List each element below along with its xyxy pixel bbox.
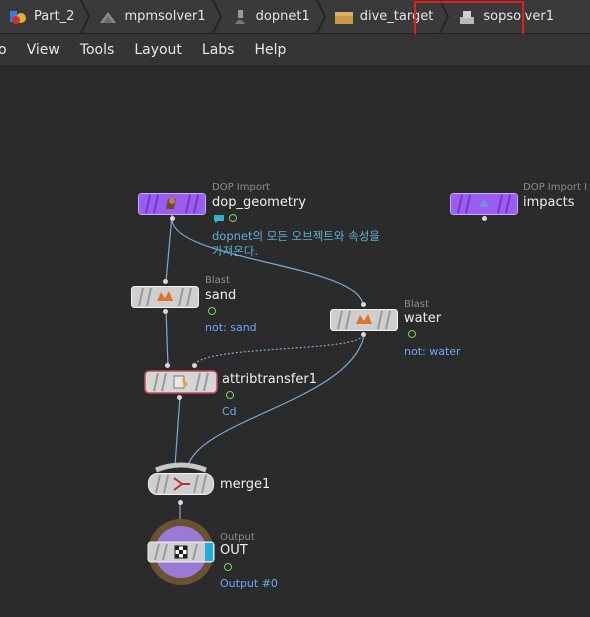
wire-attrib-merge [174, 395, 181, 467]
node-name-label[interactable]: impacts [523, 195, 575, 210]
merge-node-icon [148, 462, 214, 495]
node-impacts[interactable] [450, 193, 518, 215]
output-connector[interactable] [178, 500, 183, 505]
node-type-label: DOP Import I [523, 182, 588, 193]
wire-sand-attrib [165, 308, 169, 367]
wire-water-attrib [194, 334, 364, 365]
dop-import-node-icon [450, 193, 518, 215]
node-name-label[interactable]: sand [205, 288, 236, 303]
node-dop-geometry[interactable] [138, 193, 206, 215]
node-name-label[interactable]: OUT [220, 543, 248, 558]
display-flag[interactable] [224, 563, 232, 571]
attribtransfer-node-icon [144, 370, 218, 394]
output-node-icon [147, 519, 215, 585]
node-name-label[interactable]: water [404, 311, 441, 326]
output-connector[interactable] [482, 216, 487, 221]
node-comment: dopnet의 모든 오브젝트와 속성을 가져온다. [212, 229, 380, 258]
node-name-label[interactable]: merge1 [220, 477, 270, 492]
blast-node-icon [131, 286, 199, 308]
node-merge1[interactable] [148, 462, 214, 496]
wire-water-merge [187, 335, 365, 467]
node-water[interactable] [330, 309, 398, 331]
node-group-note: not: water [404, 345, 461, 358]
node-out[interactable] [147, 518, 215, 586]
blast-node-icon [330, 309, 398, 331]
node-sand[interactable] [131, 286, 199, 308]
node-type-label: Output [220, 532, 255, 543]
dop-import-node-icon [138, 193, 206, 215]
node-wires [165, 214, 365, 540]
wire-dopgeo-sand [165, 214, 173, 283]
input-connector[interactable] [165, 363, 170, 368]
output-connector[interactable] [163, 309, 168, 314]
node-group-note: not: sand [205, 321, 257, 334]
node-name-label[interactable]: dop_geometry [212, 195, 306, 210]
display-flag[interactable] [229, 214, 237, 222]
output-index-note: Output #0 [220, 577, 278, 590]
display-flag[interactable] [226, 391, 234, 399]
display-flag[interactable] [208, 307, 216, 315]
node-type-label: Blast [205, 275, 230, 286]
node-type-label: DOP Import [212, 182, 270, 193]
display-flag[interactable] [408, 330, 416, 338]
node-name-label[interactable]: attribtransfer1 [222, 372, 317, 387]
output-connector[interactable] [177, 395, 182, 400]
comment-icon [214, 215, 224, 223]
output-connector[interactable] [170, 216, 175, 221]
input-connector[interactable] [192, 363, 197, 368]
output-connector[interactable] [361, 332, 366, 337]
node-type-label: Blast [404, 299, 429, 310]
node-attribtransfer1[interactable] [144, 370, 218, 394]
input-connector[interactable] [163, 279, 168, 284]
node-attribute-note: Cd [222, 405, 237, 418]
input-connector[interactable] [361, 302, 366, 307]
